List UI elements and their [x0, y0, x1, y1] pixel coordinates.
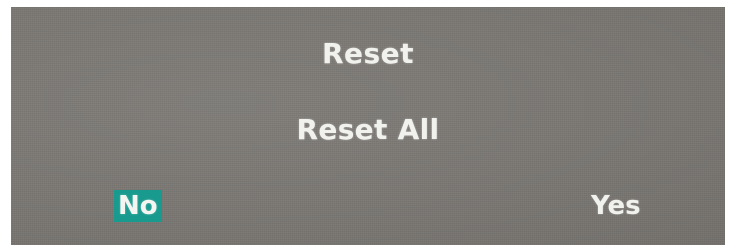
yes-option[interactable]: Yes — [587, 190, 645, 222]
osd-reset-dialog: Reset Reset All No Yes — [11, 7, 725, 245]
dialog-title: Reset — [321, 37, 415, 70]
no-option[interactable]: No — [114, 190, 162, 222]
reset-all-label: Reset All — [296, 113, 440, 146]
